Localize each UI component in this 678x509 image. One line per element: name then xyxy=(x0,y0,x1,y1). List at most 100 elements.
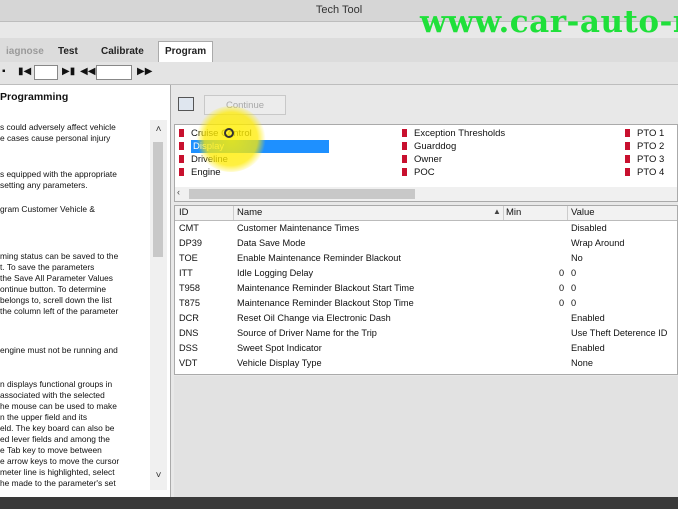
group-poc[interactable]: POC xyxy=(400,166,435,179)
navigation-bar: ▪ ▮◀ ▶▮ ◀◀ ▶▶ xyxy=(0,62,678,85)
help-line: ming status can be saved to the xyxy=(0,251,119,261)
group-marker-icon xyxy=(402,129,407,137)
group-engine[interactable]: Engine xyxy=(177,166,221,179)
header-min[interactable]: Min xyxy=(506,207,521,218)
group-display[interactable]: Display xyxy=(177,140,329,153)
row-value: Use Theft Deterence ID xyxy=(571,328,668,338)
scroll-thumb[interactable] xyxy=(189,189,415,199)
row-min: 0 xyxy=(559,268,565,278)
scroll-left-icon[interactable]: ‹ xyxy=(177,187,180,197)
table-row[interactable]: T958 Maintenance Reminder Blackout Start… xyxy=(175,281,677,296)
header-id[interactable]: ID xyxy=(179,207,189,218)
help-line: belongs to, screll down the list xyxy=(0,295,112,305)
row-id: DSS xyxy=(179,343,198,353)
help-pane: Programming s could adversely affect veh… xyxy=(0,85,171,497)
row-value: None xyxy=(571,358,593,368)
help-line: t. To save the parameters xyxy=(0,262,95,272)
group-cruise-control[interactable]: Cruise Control xyxy=(177,127,252,140)
help-line: e arrow keys to move the cursor xyxy=(0,456,120,466)
table-row[interactable]: TOE Enable Maintenance Reminder Blackout… xyxy=(175,251,677,266)
table-row[interactable]: DCR Reset Oil Change via Electronic Dash… xyxy=(175,311,677,326)
row-name: Data Save Mode xyxy=(237,238,306,248)
forward-icon[interactable]: ▶▶ xyxy=(137,66,152,77)
table-row[interactable]: DNS Source of Driver Name for the Trip U… xyxy=(175,326,677,341)
group-owner[interactable]: Owner xyxy=(400,153,442,166)
group-pto-2[interactable]: PTO 2 xyxy=(623,140,664,153)
help-line: n the upper field and its xyxy=(0,412,88,422)
page-input[interactable] xyxy=(34,65,58,80)
function-groups-list: Cruise Control Display Driveline Engine … xyxy=(174,124,678,202)
group-pto-3[interactable]: PTO 3 xyxy=(623,153,664,166)
save-icon[interactable] xyxy=(178,97,194,111)
row-name: Reset Oil Change via Electronic Dash xyxy=(237,313,391,323)
skip-first-icon[interactable]: ▮◀ xyxy=(18,66,31,77)
continue-button[interactable]: Continue xyxy=(204,95,286,115)
parameter-table: ID Name ▲ Min Value CMT Customer Mainten… xyxy=(174,205,678,375)
group-driveline[interactable]: Driveline xyxy=(177,153,228,166)
group-marker-icon xyxy=(625,168,630,176)
scroll-up-icon[interactable]: ˄ xyxy=(152,124,165,135)
help-line: ed lever fields and among the xyxy=(0,434,110,444)
groups-horizontal-scrollbar[interactable]: ‹ xyxy=(175,187,677,201)
scroll-thumb[interactable] xyxy=(153,142,163,257)
row-name: Source of Driver Name for the Trip xyxy=(237,328,377,338)
stop-icon[interactable]: ▪ xyxy=(2,66,6,77)
row-id: ITT xyxy=(179,268,193,278)
row-value: 0 xyxy=(571,298,577,308)
table-row[interactable]: VDT Vehicle Display Type None xyxy=(175,356,677,371)
help-line: meter line is highlighted, select xyxy=(0,467,115,477)
table-header: ID Name ▲ Min Value xyxy=(175,206,677,221)
table-row[interactable]: DP39 Data Save Mode Wrap Around xyxy=(175,236,677,251)
row-name: Maintenance Reminder Blackout Start Time xyxy=(237,283,415,293)
watermark-text: www.car-auto-re xyxy=(420,4,678,40)
help-line: e Tab key to move between xyxy=(0,445,102,455)
row-min: 0 xyxy=(559,298,565,308)
table-row[interactable]: ITT Idle Logging Delay 0 0 xyxy=(175,266,677,281)
row-value: Wrap Around xyxy=(571,238,625,248)
group-pto-4[interactable]: PTO 4 xyxy=(623,166,664,179)
tab-calibrate[interactable]: Calibrate xyxy=(95,42,150,61)
row-name: Customer Maintenance Times xyxy=(237,223,360,233)
zoom-input[interactable] xyxy=(96,65,132,80)
row-value: Disabled xyxy=(571,223,607,233)
group-pto-1[interactable]: PTO 1 xyxy=(623,127,664,140)
table-row[interactable]: DSS Sweet Spot Indicator Enabled xyxy=(175,341,677,356)
mouse-cursor-icon xyxy=(224,128,234,138)
sort-ascending-icon: ▲ xyxy=(493,207,501,216)
group-marker-icon xyxy=(625,129,630,137)
row-name: Maintenance Reminder Blackout Stop Time xyxy=(237,298,414,308)
table-row[interactable]: CMT Customer Maintenance Times Disabled xyxy=(175,221,677,236)
row-value: 0 xyxy=(571,283,577,293)
group-guarddog[interactable]: Guarddog xyxy=(400,140,456,153)
row-id: DNS xyxy=(179,328,199,338)
row-id: T958 xyxy=(179,283,200,293)
tab-diagnose[interactable]: iagnose xyxy=(0,42,50,61)
group-marker-icon xyxy=(625,142,630,150)
group-marker-icon xyxy=(179,155,184,163)
group-exception-thresholds[interactable]: Exception Thresholds xyxy=(400,127,505,140)
help-line: s equipped with the appropriate xyxy=(0,169,117,179)
status-strip xyxy=(0,497,678,509)
help-line: associated with the selected xyxy=(0,390,105,400)
tab-test[interactable]: Test xyxy=(52,42,84,61)
help-scrollbar[interactable]: ˄ ˅ xyxy=(150,120,167,490)
group-marker-icon xyxy=(179,142,184,150)
scroll-down-icon[interactable]: ˅ xyxy=(152,470,165,481)
header-name[interactable]: Name xyxy=(237,207,262,218)
row-value: Enabled xyxy=(571,343,605,353)
table-row[interactable]: T875 Maintenance Reminder Blackout Stop … xyxy=(175,296,677,311)
group-marker-icon xyxy=(625,155,630,163)
row-name: Enable Maintenance Reminder Blackout xyxy=(237,253,401,263)
tab-program[interactable]: Program xyxy=(158,41,214,62)
help-line: e cases cause personal injury xyxy=(0,133,111,143)
help-line: the Save All Parameter Values xyxy=(0,273,113,283)
help-line: s could adversely affect vehicle xyxy=(0,122,116,132)
row-name: Sweet Spot Indicator xyxy=(237,343,322,353)
help-line: he mouse can be used to make xyxy=(0,401,117,411)
group-marker-icon xyxy=(402,155,407,163)
main-tabs: iagnose Test Calibrate Program xyxy=(0,38,678,63)
group-marker-icon xyxy=(179,168,184,176)
skip-next-icon[interactable]: ▶▮ xyxy=(62,66,75,77)
header-value[interactable]: Value xyxy=(571,207,595,218)
rewind-icon[interactable]: ◀◀ xyxy=(80,66,95,77)
